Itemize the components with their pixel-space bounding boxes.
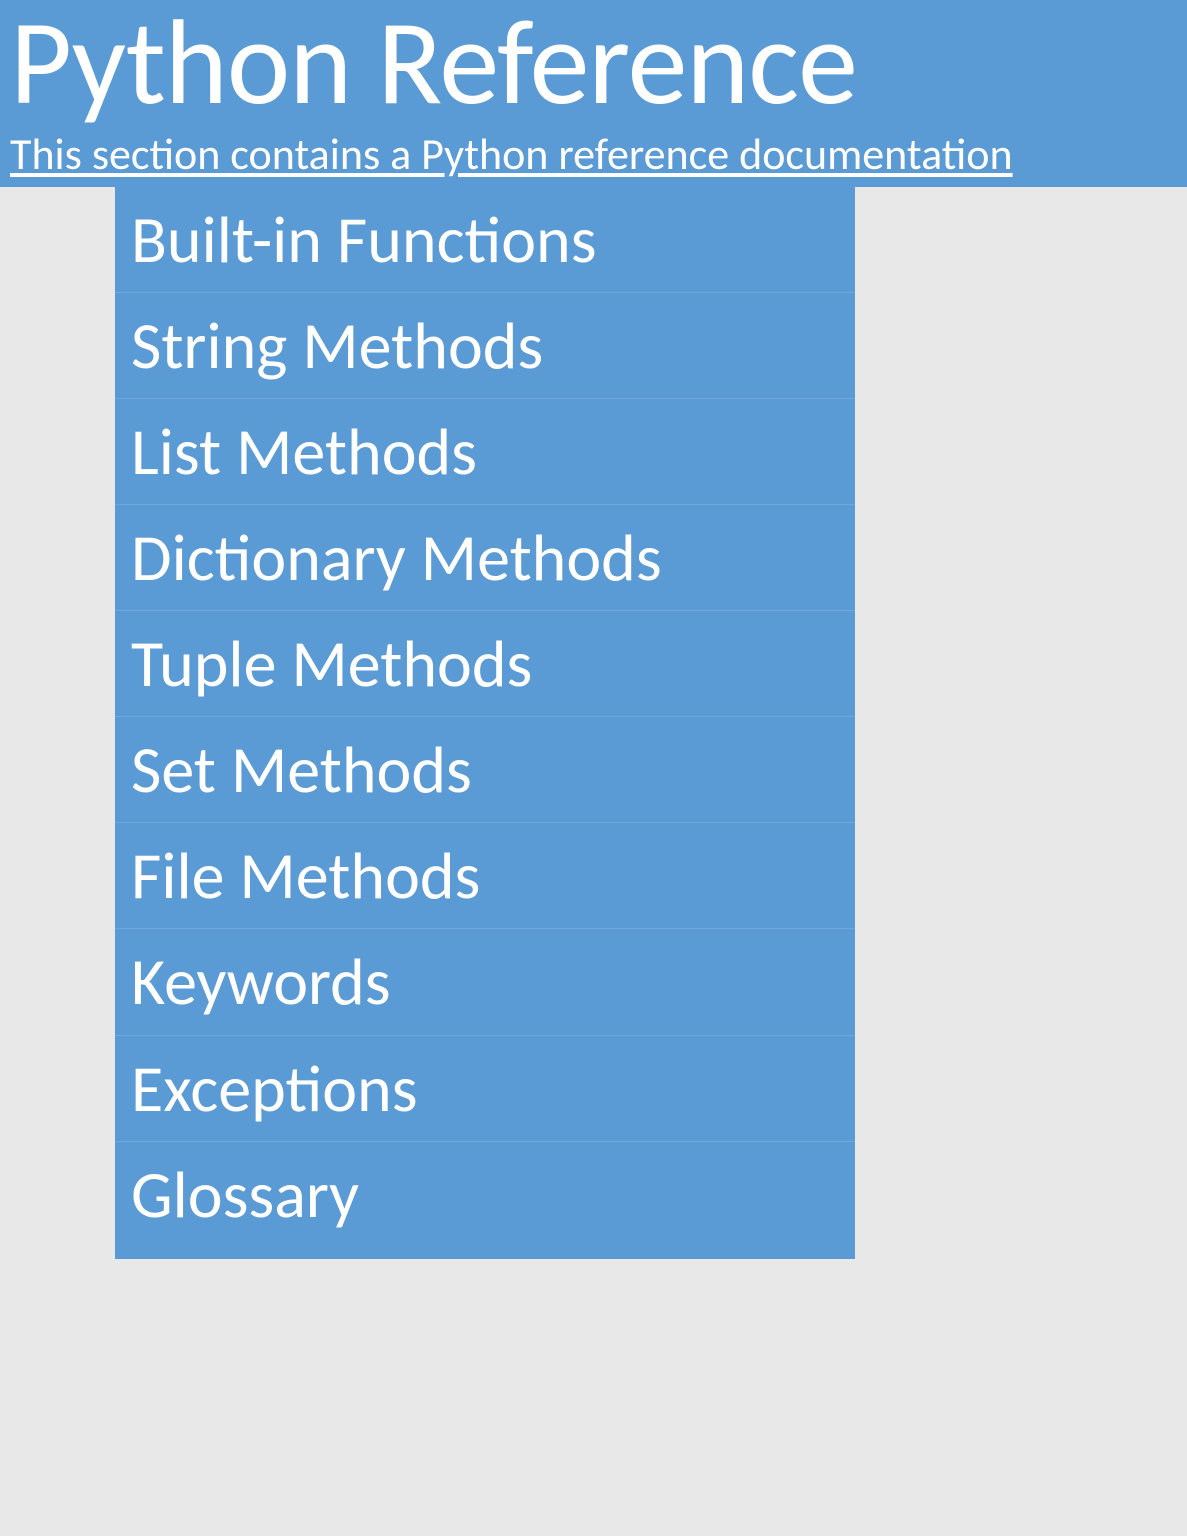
page-title: Python Reference (10, 0, 1177, 126)
list-item-keywords[interactable]: Keywords (115, 929, 855, 1035)
list-item-file-methods[interactable]: File Methods (115, 823, 855, 929)
page-header: Python Reference This section contains a… (0, 0, 1187, 187)
list-item-tuple-methods[interactable]: Tuple Methods (115, 611, 855, 717)
page-subtitle: This section contains a Python reference… (10, 126, 1177, 181)
list-item-glossary[interactable]: Glossary (115, 1142, 855, 1259)
reference-list: Built-in Functions String Methods List M… (115, 187, 855, 1259)
list-item-exceptions[interactable]: Exceptions (115, 1036, 855, 1142)
list-item-built-in-functions[interactable]: Built-in Functions (115, 187, 855, 293)
list-item-set-methods[interactable]: Set Methods (115, 717, 855, 823)
list-item-list-methods[interactable]: List Methods (115, 399, 855, 505)
list-item-string-methods[interactable]: String Methods (115, 293, 855, 399)
list-item-dictionary-methods[interactable]: Dictionary Methods (115, 505, 855, 611)
